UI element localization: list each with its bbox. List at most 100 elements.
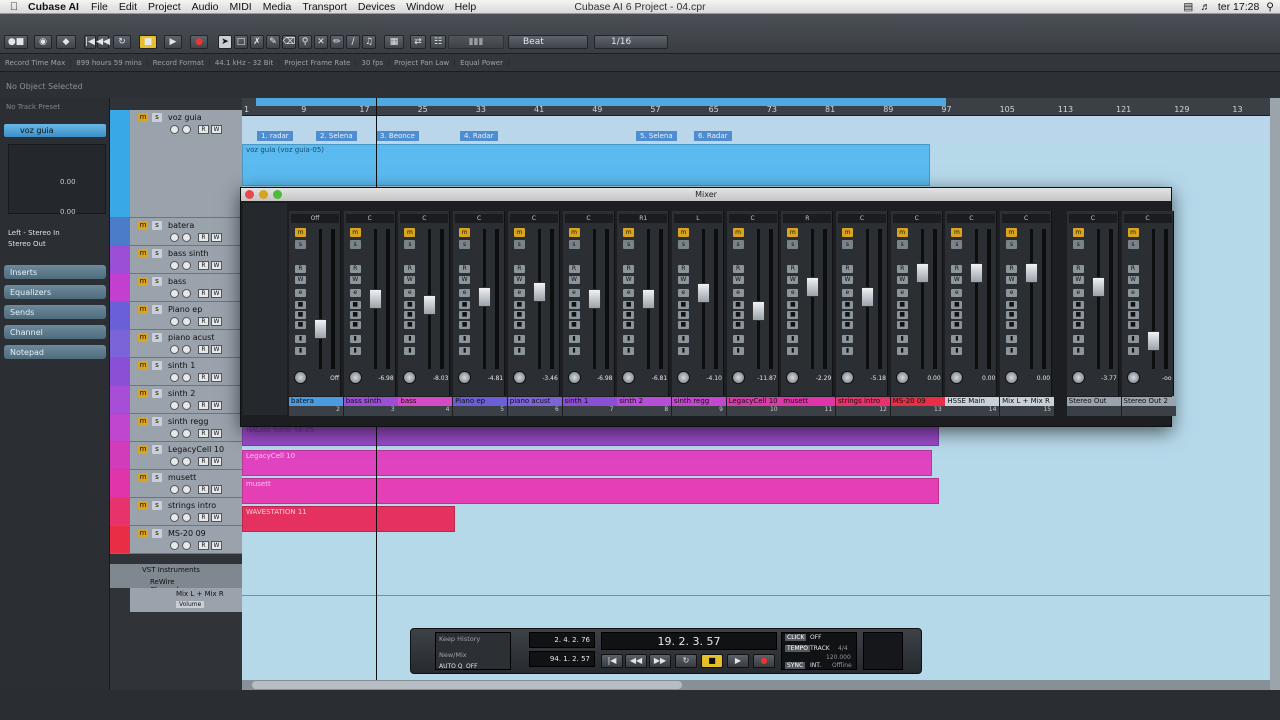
- monitor-button[interactable]: ▮: [404, 335, 416, 343]
- channel-strip[interactable]: Cm s R We ■ ■ ■ ▮ ▮ -oo: [1121, 211, 1174, 396]
- volume-fader[interactable]: [1025, 262, 1039, 283]
- write-button[interactable]: W: [896, 276, 908, 284]
- edit-channel-button[interactable]: e: [842, 289, 853, 297]
- track-name[interactable]: MS-20 09: [168, 529, 206, 538]
- pan-control[interactable]: L: [673, 214, 722, 223]
- mute-button[interactable]: m: [787, 228, 799, 237]
- inspector-volume-value[interactable]: 0.00: [60, 178, 76, 186]
- volume-value[interactable]: -8.03: [416, 375, 449, 382]
- track-row[interactable]: m s MS-20 09 R W: [110, 526, 242, 554]
- read-button[interactable]: R: [295, 265, 306, 273]
- write-automation-button[interactable]: W: [211, 317, 222, 326]
- channel-strip[interactable]: R1 m s R We ■ ■ ■ ▮ ▮ -6.81: [617, 211, 670, 396]
- record-enable-icon[interactable]: [170, 541, 179, 550]
- track-row[interactable]: m s piano acust R W: [110, 330, 242, 358]
- volume-value[interactable]: -3.77: [1085, 375, 1117, 382]
- read-button[interactable]: R: [513, 265, 525, 273]
- solo-button[interactable]: s: [152, 389, 162, 398]
- track-name[interactable]: bass sinth: [168, 249, 209, 258]
- inspector-track-name[interactable]: voz guia: [4, 124, 106, 137]
- solo-button[interactable]: s: [1127, 240, 1139, 249]
- insert-bypass-button[interactable]: ■: [459, 301, 471, 309]
- volume-fader[interactable]: [642, 289, 656, 309]
- monitor-icon[interactable]: [182, 541, 191, 550]
- inspector-sends[interactable]: Sends: [4, 305, 106, 319]
- channel-strip[interactable]: Off m s R We ■ ■ ■ ▮ ▮ Off: [289, 211, 341, 396]
- eq-bypass-button[interactable]: ■: [404, 311, 416, 319]
- solo-button[interactable]: s: [732, 240, 744, 249]
- volume-value[interactable]: -2.29: [799, 375, 832, 382]
- write-automation-button[interactable]: W: [211, 345, 222, 354]
- track-color[interactable]: [110, 442, 130, 469]
- track-row[interactable]: m s bass sinth R W: [110, 246, 242, 274]
- inspector-notepad[interactable]: Notepad: [4, 345, 106, 359]
- sync-state[interactable]: INT.: [810, 662, 821, 669]
- record-enable-icon[interactable]: [170, 401, 179, 410]
- record-enable-icon[interactable]: [170, 429, 179, 438]
- read-button[interactable]: R: [787, 265, 799, 273]
- write-automation-button[interactable]: W: [211, 125, 222, 134]
- edit-channel-button[interactable]: e: [513, 289, 525, 297]
- channel-strip[interactable]: Cm s R We ■ ■ ■ ▮ ▮ -3.46: [507, 211, 560, 396]
- volume-fader[interactable]: [970, 262, 984, 283]
- object-selection-tool-icon[interactable]: ➤: [218, 35, 232, 49]
- read-button[interactable]: R: [568, 265, 580, 273]
- record-enable-icon[interactable]: [170, 513, 179, 522]
- solo-button[interactable]: s: [349, 240, 361, 249]
- solo-button[interactable]: s: [1072, 240, 1084, 249]
- click-state[interactable]: OFF: [810, 634, 822, 641]
- edit-channel-button[interactable]: e: [732, 289, 744, 297]
- monitor-icon[interactable]: [182, 513, 191, 522]
- new-mix-label[interactable]: New/Mix: [439, 651, 467, 659]
- insert-bypass-button[interactable]: ■: [842, 301, 853, 309]
- midi-part-legacycell[interactable]: LegacyCell 10: [242, 450, 932, 476]
- monitor-button[interactable]: ▮: [513, 335, 525, 343]
- mute-button[interactable]: m: [404, 228, 416, 237]
- eq-bypass-button[interactable]: ■: [459, 311, 471, 319]
- volume-value[interactable]: 0.00: [1018, 375, 1050, 382]
- edit-channel-button[interactable]: e: [459, 289, 471, 297]
- mute-button[interactable]: m: [138, 473, 148, 482]
- write-button[interactable]: W: [459, 276, 471, 284]
- edit-channel-button[interactable]: e: [623, 289, 635, 297]
- write-button[interactable]: W: [842, 276, 853, 284]
- mute-button[interactable]: m: [138, 305, 148, 314]
- read-button[interactable]: R: [1127, 265, 1139, 273]
- monitor-icon[interactable]: [182, 485, 191, 494]
- mute-button[interactable]: m: [349, 228, 361, 237]
- channel-strip[interactable]: Cm s R We ■ ■ ■ ▮ ▮ -6.98: [562, 211, 615, 396]
- eq-bypass-button[interactable]: ■: [1127, 311, 1139, 319]
- goto-start-icon[interactable]: |◀: [601, 654, 623, 668]
- read-button[interactable]: R: [1072, 265, 1084, 273]
- folder-vst-instruments[interactable]: VST Instruments: [110, 564, 242, 576]
- track-row[interactable]: m s musett R W: [110, 470, 242, 498]
- mute-button[interactable]: m: [138, 361, 148, 370]
- info-record-time-value[interactable]: 899 hours 59 mins: [71, 58, 148, 67]
- play-button[interactable]: ▶: [727, 654, 749, 668]
- channel-strip[interactable]: Lm s R We ■ ■ ■ ▮ ▮ -4.10: [671, 211, 724, 396]
- read-automation-button[interactable]: R: [198, 261, 209, 270]
- volume-fader[interactable]: [861, 286, 874, 307]
- insert-bypass-button[interactable]: ■: [677, 301, 689, 309]
- edit-channel-button[interactable]: e: [1006, 289, 1018, 297]
- eq-bypass-button[interactable]: ■: [732, 311, 744, 319]
- channel-name[interactable]: Stereo Out 2: [1121, 397, 1176, 406]
- clock[interactable]: ter 17:28: [1218, 1, 1259, 13]
- monitor-button[interactable]: ▮: [896, 335, 908, 343]
- read-button[interactable]: R: [951, 265, 963, 273]
- track-color[interactable]: [110, 526, 130, 553]
- write-automation-button[interactable]: W: [211, 429, 222, 438]
- volume-fader[interactable]: [532, 281, 546, 302]
- solo-button[interactable]: s: [623, 240, 635, 249]
- input-gain-knob[interactable]: [512, 371, 526, 384]
- channel-name[interactable]: HSSE Main: [945, 397, 1000, 406]
- snap-type-select[interactable]: Beat: [508, 35, 588, 49]
- input-gain-knob[interactable]: [841, 371, 854, 384]
- input-gain-knob[interactable]: [348, 371, 362, 384]
- read-automation-button[interactable]: R: [198, 429, 209, 438]
- edit-channel-button[interactable]: e: [295, 289, 306, 297]
- write-automation-button[interactable]: W: [211, 485, 222, 494]
- input-gain-knob[interactable]: [731, 371, 745, 384]
- info-record-format-value[interactable]: 44.1 kHz - 32 Bit: [210, 58, 280, 67]
- eq-bypass-button[interactable]: ■: [623, 311, 635, 319]
